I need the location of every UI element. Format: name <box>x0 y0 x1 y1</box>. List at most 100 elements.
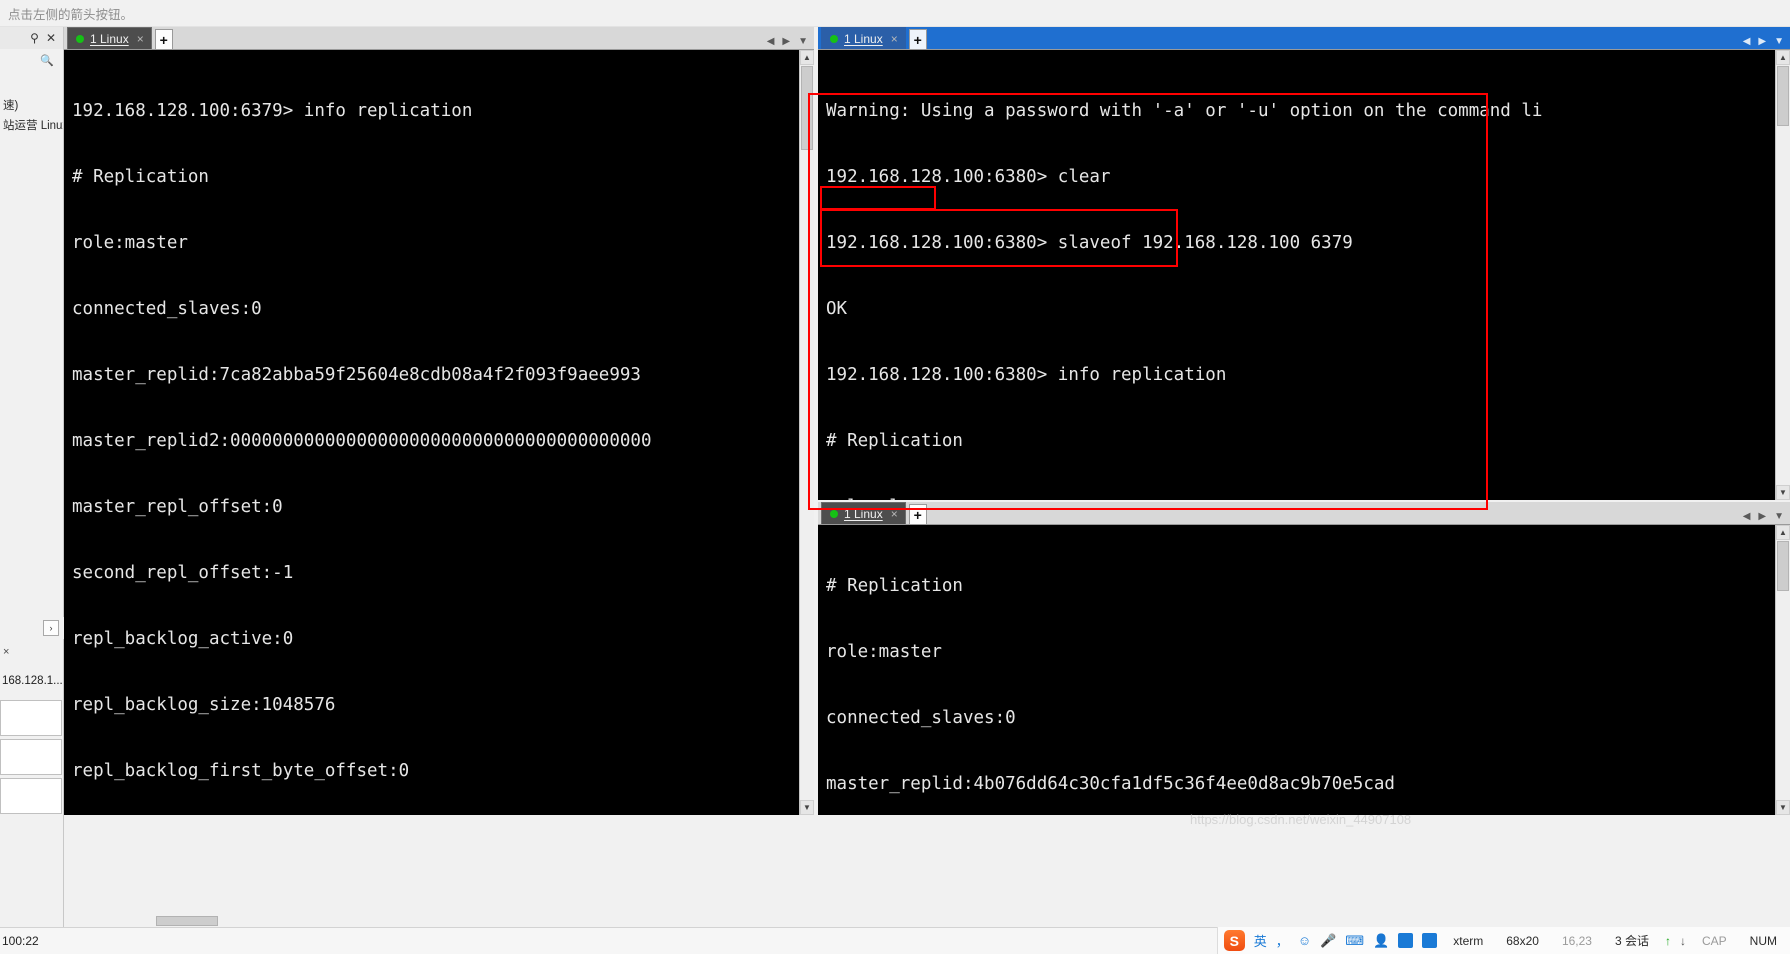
smiley-icon[interactable]: ☺ <box>1298 933 1311 948</box>
tabstrip-nav-top-right[interactable]: ◀ ▶ ▼ <box>1743 36 1790 49</box>
terminal-line: # Replication <box>826 431 963 451</box>
terminal-line: connected_slaves:0 <box>826 708 1016 728</box>
sidebar-panel-box-3 <box>0 778 62 814</box>
close-icon[interactable]: × <box>891 507 898 521</box>
chevron-left-icon[interactable]: ◀ <box>1743 36 1751 47</box>
sidebar-label-site[interactable]: 站运营 Linux <box>0 115 63 135</box>
terminal-line: # Replication <box>72 167 209 187</box>
application-window: 点击左侧的箭头按钮。 ⚲ ✕ 🔍 速) 站运营 Linux › × 168.12… <box>0 0 1790 954</box>
terminal-output-bottom-right[interactable]: # Replication role:master connected_slav… <box>818 525 1790 815</box>
chevron-right-icon[interactable]: ▶ <box>782 36 790 47</box>
sidebar-expand-row[interactable]: › <box>0 617 64 639</box>
sidebar-ip-text: 168.128.1... <box>2 675 63 687</box>
scroll-up-arrow-icon[interactable]: ▲ <box>1776 50 1790 65</box>
chevron-left-icon[interactable]: ◀ <box>1743 511 1751 522</box>
sidebar-search-icon[interactable]: 🔍 <box>0 49 63 71</box>
scrollbar-thumb[interactable] <box>1777 541 1789 591</box>
terminal-line: 192.168.128.100:6380> info replication <box>826 365 1227 385</box>
terminal-line: role:master <box>826 642 942 662</box>
terminal-line: master_replid:4b076dd64c30cfa1df5c36f4ee… <box>826 774 1395 794</box>
tab-label: 1 Linux <box>844 31 883 46</box>
scroll-up-arrow-icon[interactable]: ▲ <box>800 50 814 65</box>
chevron-down-icon[interactable]: ▼ <box>798 36 808 47</box>
ime-mode-button[interactable]: 英 <box>1254 931 1267 950</box>
keyboard-icon[interactable]: ⌨ <box>1345 933 1364 949</box>
status-left-text: 100:22 <box>2 934 39 948</box>
scroll-down-arrow-icon[interactable]: ▼ <box>1776 485 1790 500</box>
scrollbar-vertical-bottom-right[interactable]: ▲ ▼ <box>1775 525 1790 815</box>
tab-label: 1 Linux <box>844 506 883 521</box>
apps-grid-icon[interactable] <box>1422 933 1438 948</box>
chevron-right-icon[interactable]: › <box>43 620 59 636</box>
tabstrip-top-right[interactable]: 1 Linux × + ◀ ▶ ▼ <box>818 27 1790 50</box>
terminal-output-left[interactable]: 192.168.128.100:6379> info replication #… <box>64 50 814 815</box>
green-status-dot <box>830 509 838 518</box>
terminal-line: # Replication <box>826 576 963 596</box>
tabstrip-bottom-right[interactable]: 1 Linux × + ◀ ▶ ▼ <box>818 502 1790 525</box>
user-icon[interactable]: 👤 <box>1373 933 1389 949</box>
chevron-right-icon[interactable]: ▶ <box>1758 36 1766 47</box>
num-indicator: NUM <box>1749 933 1777 948</box>
scrollbar-vertical-top-right[interactable]: ▲ ▼ <box>1775 50 1790 500</box>
chevron-right-icon[interactable]: ▶ <box>1758 511 1766 522</box>
chevron-down-icon[interactable]: ▼ <box>1774 511 1784 522</box>
terminal-line: 192.168.128.100:6379> info replication <box>72 101 473 121</box>
scrollbar-vertical-left[interactable]: ▲ ▼ <box>799 50 814 815</box>
tab-left-linux[interactable]: 1 Linux × <box>67 27 152 49</box>
ime-punctuation-button[interactable]: ， <box>1276 931 1289 950</box>
terminal-line: repl_backlog_size:1048576 <box>72 695 336 715</box>
scrollbar-thumb[interactable] <box>1777 66 1789 126</box>
close-icon[interactable]: × <box>891 32 898 46</box>
terminal-line: connected_slaves:0 <box>72 299 262 319</box>
terminal-pane-top-right[interactable]: 1 Linux × + ◀ ▶ ▼ Warning: Using a passw… <box>818 27 1790 500</box>
sogou-logo-icon[interactable]: S <box>1223 930 1245 951</box>
tab-bottom-right-linux[interactable]: 1 Linux × <box>821 502 906 524</box>
green-status-dot <box>76 34 84 43</box>
caps-indicator: CAP <box>1701 933 1727 948</box>
sidebar-close-row[interactable]: × <box>0 643 64 661</box>
green-status-dot <box>830 34 838 43</box>
skin-icon[interactable] <box>1398 933 1414 948</box>
terminal-pane-left[interactable]: 1 Linux × + ◀ ▶ ▼ 192.168.128.100:6379> … <box>64 27 814 815</box>
download-arrow-icon: ↓ <box>1679 933 1686 948</box>
close-icon[interactable]: ✕ <box>46 32 56 44</box>
terminal-output-top-right[interactable]: Warning: Using a password with '-a' or '… <box>818 50 1790 500</box>
new-tab-button[interactable]: + <box>908 504 927 524</box>
sidebar-toolbar: ⚲ ✕ <box>0 27 63 49</box>
cursor-position-label: 16,23 <box>1561 933 1592 948</box>
scrollbar-thumb[interactable] <box>801 66 813 150</box>
tabstrip-nav-left[interactable]: ◀ ▶ ▼ <box>767 36 814 49</box>
session-count-label: 3 会话 <box>1614 934 1649 948</box>
scroll-down-arrow-icon[interactable]: ▼ <box>800 800 814 815</box>
terminal-type-label: xterm <box>1453 933 1484 948</box>
terminal-line: role:slave <box>826 496 1790 500</box>
microphone-icon[interactable]: 🎤 <box>1320 933 1336 949</box>
new-tab-button[interactable]: + <box>154 29 173 49</box>
new-tab-button[interactable]: + <box>908 29 927 49</box>
chevron-down-icon[interactable]: ▼ <box>1774 36 1784 47</box>
terminal-line: OK <box>826 299 848 319</box>
upload-arrow-icon: ↑ <box>1664 933 1671 948</box>
scroll-up-arrow-icon[interactable]: ▲ <box>1776 525 1790 540</box>
scrollbar-horizontal[interactable] <box>64 915 1790 927</box>
status-bar: 100:22 S 英 ， ☺ 🎤 ⌨ 👤 xterm 68x20 16,23 3… <box>0 927 1790 954</box>
scroll-down-arrow-icon[interactable]: ▼ <box>1776 800 1790 815</box>
close-mark-icon[interactable]: × <box>3 646 9 658</box>
geometry-label: 68x20 <box>1506 933 1539 948</box>
pin-icon[interactable]: ⚲ <box>30 32 39 44</box>
terminal-line: master_replid2:0000000000000000000000000… <box>72 431 652 451</box>
sidebar-label-speed: 速) <box>3 100 19 112</box>
chevron-left-icon[interactable]: ◀ <box>767 36 775 47</box>
session-sidebar[interactable]: ⚲ ✕ 🔍 速) 站运营 Linux › × 168.128.1... <box>0 27 64 927</box>
scrollbar-thumb[interactable] <box>156 916 218 926</box>
tabstrip-nav-bottom-right[interactable]: ◀ ▶ ▼ <box>1743 511 1790 524</box>
ime-toolbar[interactable]: S 英 ， ☺ 🎤 ⌨ 👤 xterm 68x20 16,23 3 会话 ↑ ↓… <box>1216 927 1790 954</box>
terminal-line: second_repl_offset:-1 <box>72 563 294 583</box>
tab-top-right-linux[interactable]: 1 Linux × <box>821 27 906 49</box>
close-icon[interactable]: × <box>137 32 144 46</box>
tabstrip-left[interactable]: 1 Linux × + ◀ ▶ ▼ <box>64 27 814 50</box>
terminal-pane-bottom-right[interactable]: 1 Linux × + ◀ ▶ ▼ # Replication role:mas… <box>818 502 1790 815</box>
terminal-line: master_replid:7ca82abba59f25604e8cdb08a4… <box>72 365 641 385</box>
hint-text: 点击左侧的箭头按钮。 <box>8 7 134 22</box>
terminal-line: role:master <box>72 233 188 253</box>
